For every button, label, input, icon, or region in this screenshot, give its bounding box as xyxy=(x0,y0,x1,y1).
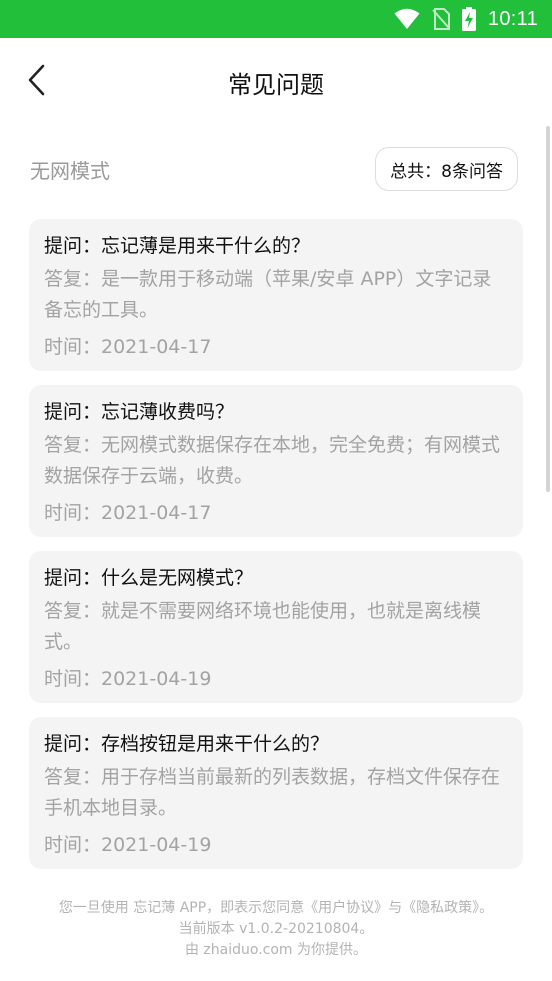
footer-agreement-text: 您一旦使用 忘记薄 APP，即表示您同意《用户协议》与《隐私政策》。 xyxy=(58,900,494,916)
faq-question: 提问：忘记薄收费吗？ xyxy=(44,401,235,423)
status-bar: 10:11 xyxy=(0,0,552,38)
faq-card[interactable]: 提问：什么是无网模式？ 答复：就是不需要网络环境也能使用，也就是离线模式。 时间… xyxy=(29,551,523,703)
mode-label: 无网模式 xyxy=(30,158,110,183)
faq-time: 时间：2021-04-17 xyxy=(44,502,212,524)
faq-card[interactable]: 提问：忘记薄是用来干什么的？ 答复：是一款用于移动端（苹果/安卓 APP）文字记… xyxy=(29,219,523,371)
faq-answer: 答复：无网模式数据保存在本地，完全免费；有网模式数据保存于云端，收费。 xyxy=(44,434,501,487)
footer-version-text: 当前版本 v1.0.2-20210804。 xyxy=(178,921,374,937)
battery-charging-icon xyxy=(461,7,476,31)
faq-time: 时间：2021-04-17 xyxy=(44,336,212,358)
faq-question: 提问：什么是无网模式？ xyxy=(44,567,254,589)
footer-provider-text: 由 zhaiduo.com 为你提供。 xyxy=(184,942,368,958)
faq-question: 提问：忘记薄是用来干什么的？ xyxy=(44,235,311,257)
faq-question: 提问：存档按钮是用来干什么的？ xyxy=(44,733,330,755)
chevron-left-icon xyxy=(25,63,47,101)
faq-card[interactable]: 提问：忘记薄收费吗？ 答复：无网模式数据保存在本地，完全免费；有网模式数据保存于… xyxy=(29,385,523,537)
back-button[interactable] xyxy=(14,58,58,106)
footer: 您一旦使用 忘记薄 APP，即表示您同意《用户协议》与《隐私政策》。 当前版本 … xyxy=(0,898,552,961)
mode-row: 无网模式 总共：8条问答 xyxy=(30,146,518,192)
faq-answer: 答复：是一款用于移动端（苹果/安卓 APP）文字记录备忘的工具。 xyxy=(44,268,492,321)
faq-time: 时间：2021-04-19 xyxy=(44,834,212,856)
status-time: 10:11 xyxy=(487,7,538,30)
nav-bar: 常见问题 xyxy=(0,38,552,126)
no-sim-icon xyxy=(432,8,450,30)
page-title: 常见问题 xyxy=(228,70,324,99)
faq-time: 时间：2021-04-19 xyxy=(44,668,212,690)
scrollbar[interactable] xyxy=(546,126,550,492)
wifi-icon xyxy=(394,8,420,30)
faq-answer: 答复：用于存档当前最新的列表数据，存档文件保存在手机本地目录。 xyxy=(44,766,501,819)
faq-card[interactable]: 提问：存档按钮是用来干什么的？ 答复：用于存档当前最新的列表数据，存档文件保存在… xyxy=(29,717,523,869)
faq-count-badge: 总共：8条问答 xyxy=(375,147,518,191)
faq-answer: 答复：就是不需要网络环境也能使用，也就是离线模式。 xyxy=(44,600,482,653)
